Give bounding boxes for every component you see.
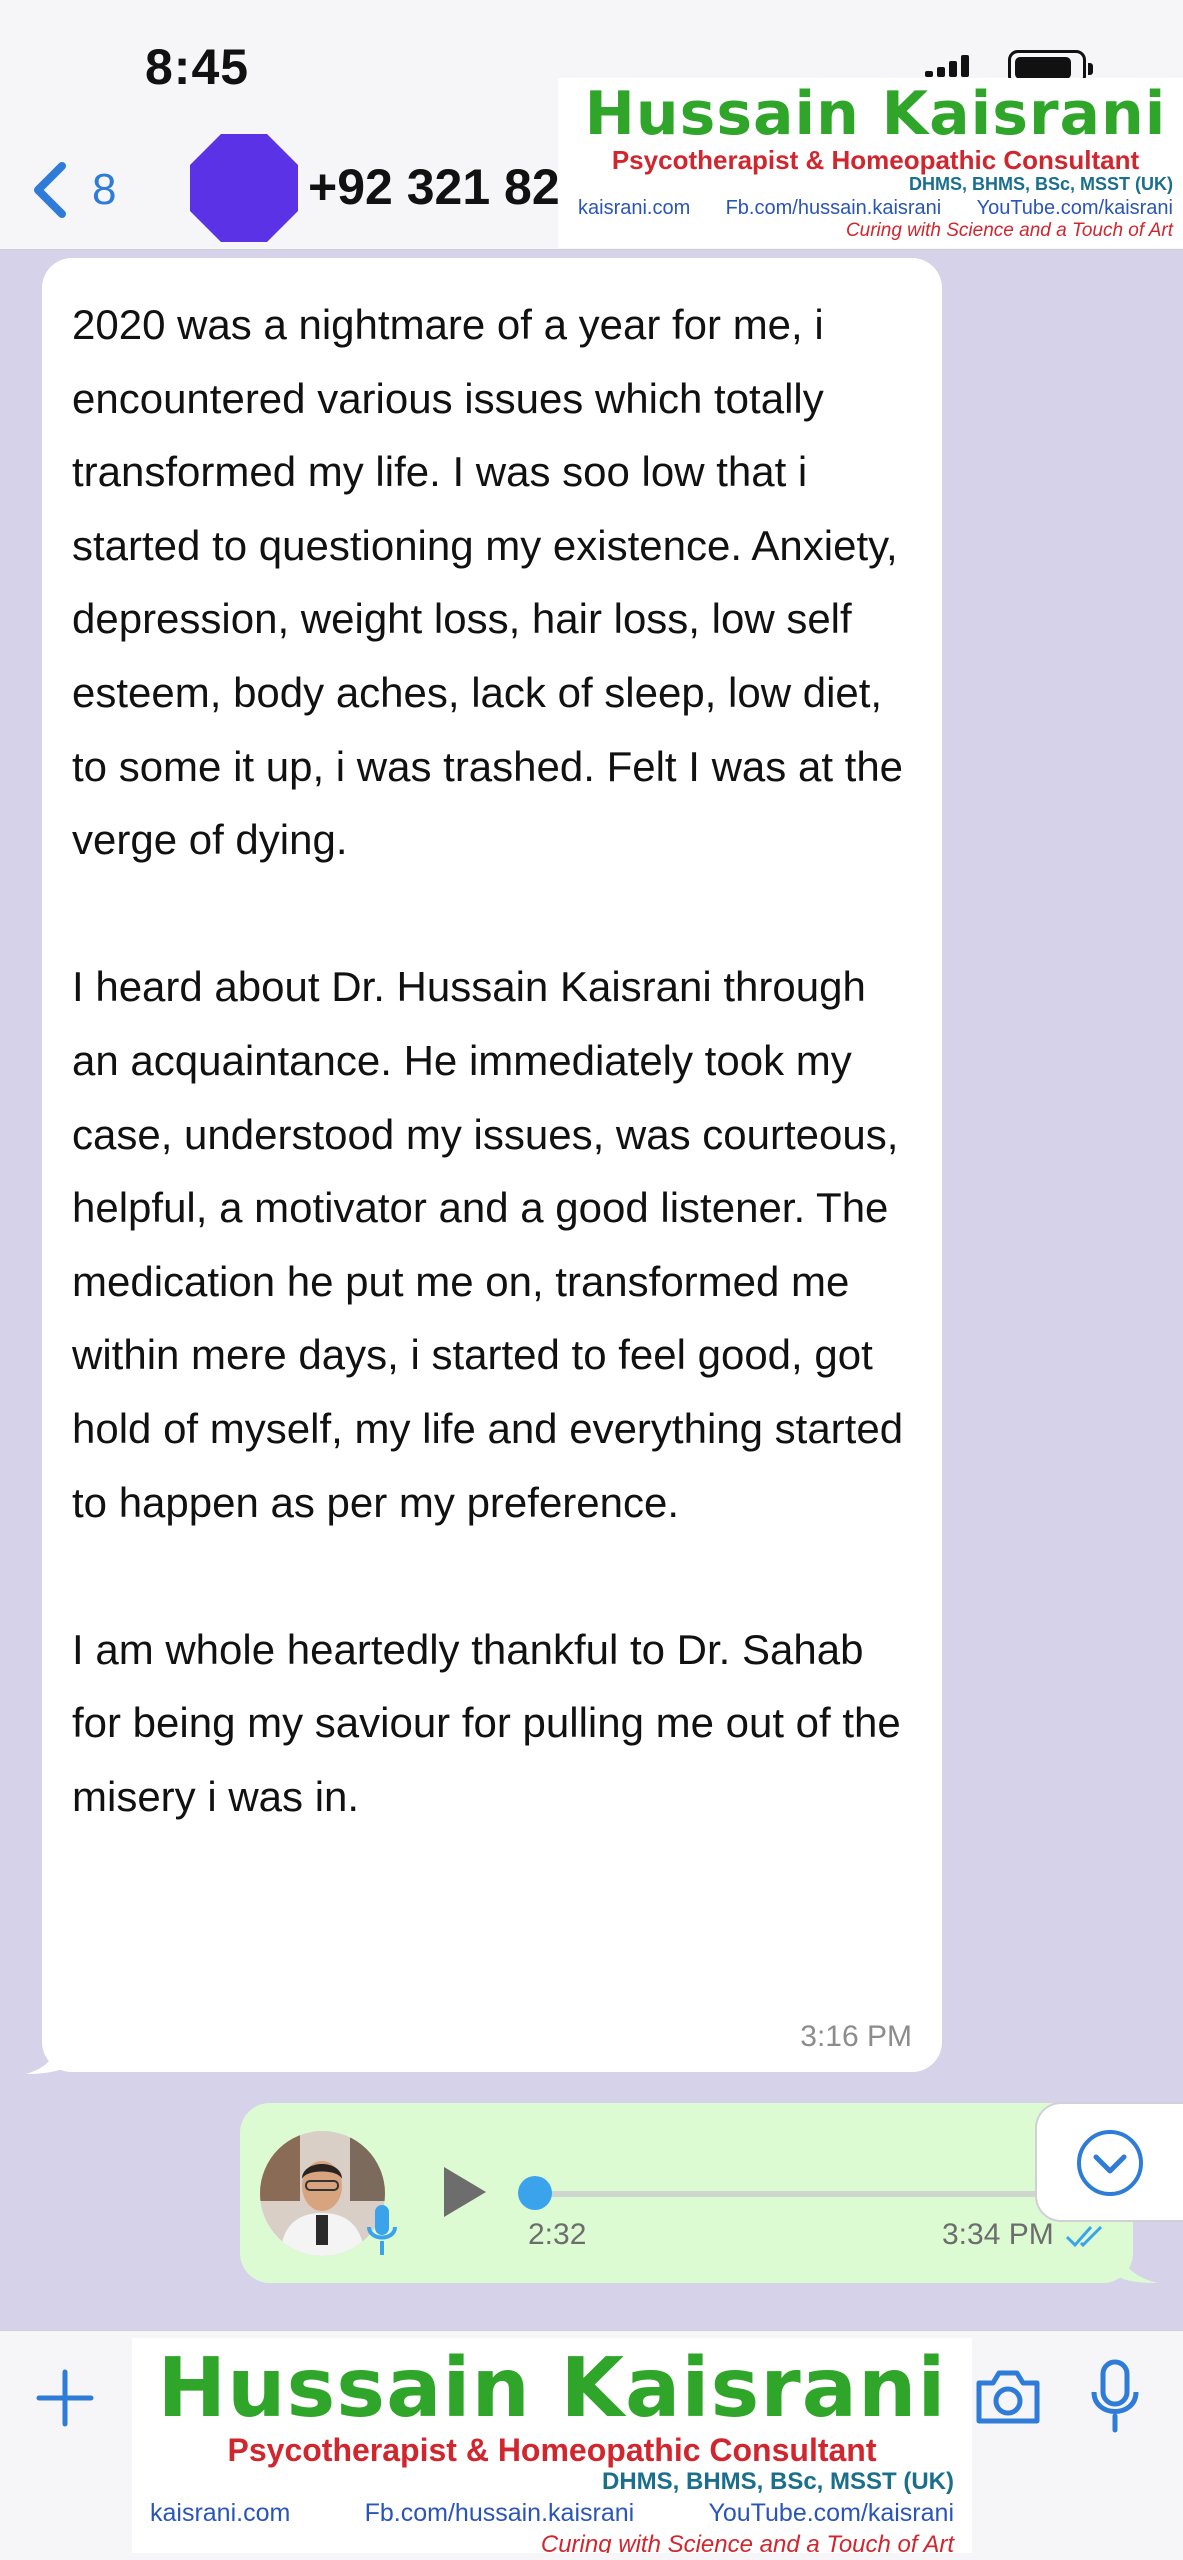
camera-icon[interactable]: [973, 2367, 1043, 2427]
watermark-title: Hussain Kaisrani: [584, 79, 1167, 149]
status-time: 8:45: [145, 39, 250, 95]
contact-name[interactable]: +92 321 82: [308, 158, 560, 216]
watermark-subtitle: Psycotherapist & Homeopathic Consultant: [227, 2432, 877, 2468]
scroll-to-bottom-button[interactable]: [1035, 2102, 1183, 2222]
watermark-banner-bottom: Hussain Kaisrani Psycotherapist & Homeop…: [132, 2338, 972, 2553]
unread-count: 8: [92, 165, 117, 214]
message-timestamp: 3:16 PM: [800, 2020, 912, 2053]
watermark-facebook: Fb.com/hussain.kaisrani: [364, 2499, 635, 2527]
message-text: 2020 was a nightmare of a year for me, i…: [72, 288, 912, 1833]
message-paragraph-3: I am whole heartedly thankful to Dr. Sah…: [72, 1625, 913, 1820]
chevron-down-circle-icon: [1077, 2130, 1143, 2196]
watermark-website: kaisrani.com: [150, 2499, 291, 2527]
watermark-title: Hussain Kaisrani: [157, 2341, 947, 2436]
microphone-icon[interactable]: [1090, 2358, 1140, 2434]
watermark-youtube: YouTube.com/kaisrani: [976, 197, 1173, 219]
watermark-subtitle: Psycotherapist & Homeopathic Consultant: [611, 145, 1140, 175]
plus-icon[interactable]: [35, 2368, 95, 2428]
voice-duration: 2:32: [528, 2218, 587, 2251]
watermark-tagline: Curing with Science and a Touch of Art: [540, 2531, 954, 2553]
message-paragraph-1: 2020 was a nightmare of a year for me, i…: [72, 301, 915, 864]
watermark-facebook: Fb.com/hussain.kaisrani: [725, 197, 942, 219]
watermark-credentials: DHMS, BHMS, BSc, MSST (UK): [601, 2468, 954, 2495]
avatar[interactable]: [188, 132, 300, 244]
signal-icon: [925, 55, 975, 77]
chevron-left-icon: [34, 162, 66, 218]
double-check-read-icon: [1065, 2225, 1103, 2248]
watermark-banner-top: Hussain Kaisrani Psycotherapist & Homeop…: [558, 78, 1183, 248]
play-icon[interactable]: [440, 2163, 490, 2221]
incoming-message[interactable]: 2020 was a nightmare of a year for me, i…: [42, 258, 942, 2072]
watermark-tagline: Curing with Science and a Touch of Art: [845, 220, 1173, 241]
message-paragraph-2: I heard about Dr. Hussain Kaisrani throu…: [72, 963, 915, 1526]
outgoing-voice-message[interactable]: 2:32 3:34 PM: [240, 2103, 1183, 2283]
back-button[interactable]: 8: [30, 160, 116, 220]
mic-icon: [367, 2205, 397, 2255]
message-timestamp: 3:34 PM: [942, 2218, 1054, 2251]
watermark-youtube: YouTube.com/kaisrani: [708, 2499, 954, 2527]
watermark-links: kaisrani.com Fb.com/hussain.kaisrani You…: [578, 196, 1173, 220]
audio-progress-knob[interactable]: [518, 2176, 552, 2210]
watermark-website: kaisrani.com: [578, 197, 691, 219]
watermark-links: kaisrani.com Fb.com/hussain.kaisrani You…: [150, 2496, 954, 2530]
watermark-credentials: DHMS, BHMS, BSc, MSST (UK): [908, 174, 1173, 194]
